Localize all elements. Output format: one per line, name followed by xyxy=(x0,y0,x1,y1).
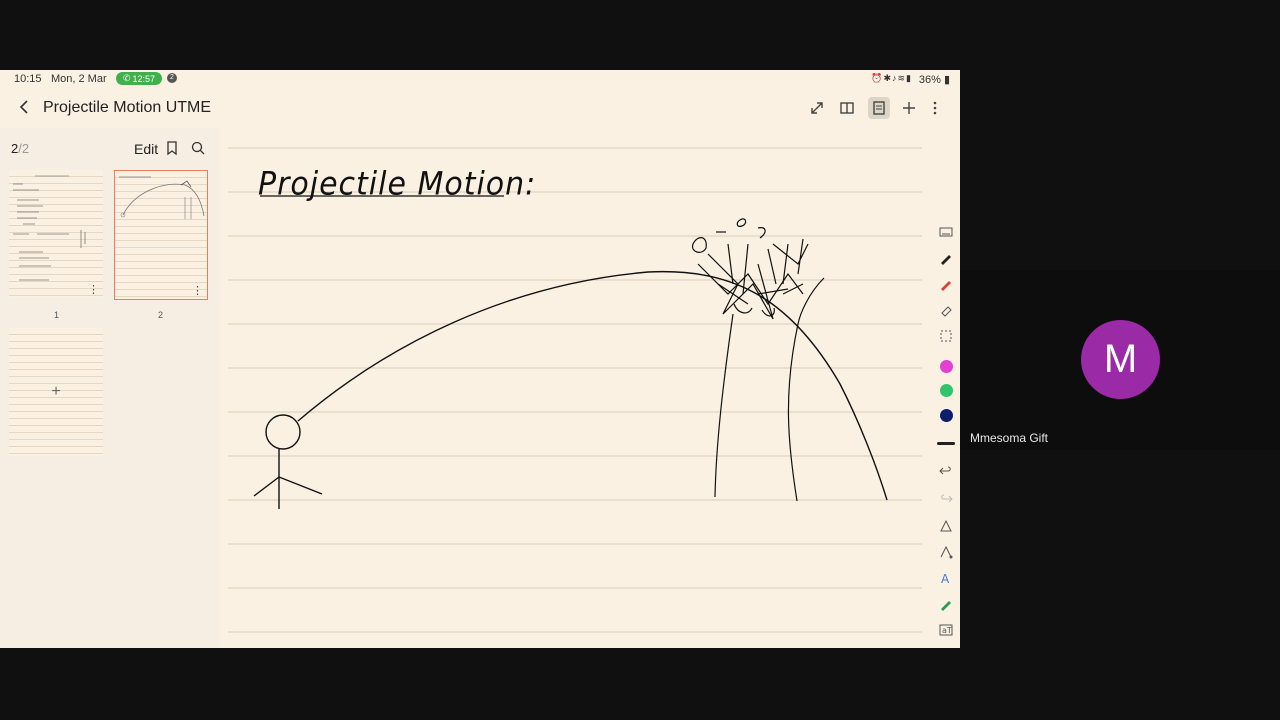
svg-text:A: A xyxy=(941,572,950,586)
more-options-button[interactable] xyxy=(924,97,946,119)
page-sidebar: 2/2 Edit ⋮ 1 ⋮ 2 + xyxy=(0,128,219,648)
search-button[interactable] xyxy=(190,139,206,157)
participant-avatar: M xyxy=(1081,320,1160,399)
ruled-lines xyxy=(228,147,922,633)
expand-icon xyxy=(811,102,823,114)
canvas-heading: Projectile Motion: xyxy=(258,166,536,203)
back-button[interactable] xyxy=(16,97,34,117)
thumb-more-icon[interactable]: ⋮ xyxy=(192,284,203,297)
svg-text:aT: aT xyxy=(942,626,952,635)
bookmark-button[interactable] xyxy=(164,139,180,157)
expand-button[interactable] xyxy=(806,97,828,119)
pen-toolbar: A aT xyxy=(932,128,960,648)
straighten-tool[interactable] xyxy=(938,544,954,560)
thumb-more-icon[interactable]: ⋮ xyxy=(88,283,99,296)
screen: 10:15 Mon, 2 Mar ✆ 12:57 2 ⏰✱♪≋▮ 36% ▮ P… xyxy=(0,0,1280,720)
call-indicator[interactable]: ✆ 12:57 xyxy=(116,72,162,85)
alarm-icon: ⏰ xyxy=(871,73,884,83)
page-view-button[interactable] xyxy=(868,97,890,119)
participant-name: Mmesoma Gift xyxy=(970,431,1049,445)
pen-tool[interactable] xyxy=(938,250,954,266)
page-counter: 2/2 xyxy=(11,141,29,156)
color-swatch-green[interactable] xyxy=(940,384,953,397)
keyboard-tool[interactable] xyxy=(938,224,954,240)
notification-badge: 2 xyxy=(167,73,177,83)
shared-tablet-screen: 10:15 Mon, 2 Mar ✆ 12:57 2 ⏰✱♪≋▮ 36% ▮ P… xyxy=(0,70,960,648)
add-icon xyxy=(903,102,915,114)
book-view-button[interactable] xyxy=(836,97,858,119)
status-date: Mon, 2 Mar xyxy=(51,73,107,85)
undo-icon xyxy=(939,466,951,475)
battery-level: 36% ▮ xyxy=(919,73,950,86)
call-timer: 12:57 xyxy=(132,73,156,84)
wifi-icon: ≋ xyxy=(897,73,907,83)
add-page-button[interactable]: + xyxy=(9,328,103,456)
bluetooth-icon: ✱ xyxy=(883,73,892,83)
text-recognition-tool[interactable]: A xyxy=(938,570,954,586)
battery-text: 36% xyxy=(918,74,941,86)
page-number-1: 1 xyxy=(54,310,60,320)
page-view-icon xyxy=(873,101,885,115)
select-tool[interactable] xyxy=(938,328,954,344)
note-title: Projectile Motion UTME xyxy=(43,99,212,116)
add-button[interactable] xyxy=(898,97,920,119)
straighten-icon xyxy=(940,545,953,559)
page-number-2: 2 xyxy=(158,310,164,320)
eraser-icon xyxy=(941,306,952,317)
status-bar: 10:15 Mon, 2 Mar ✆ 12:57 2 ⏰✱♪≋▮ 36% ▮ xyxy=(0,70,960,88)
keyboard-icon xyxy=(939,227,953,237)
lasso-select-icon xyxy=(940,330,952,342)
note-canvas[interactable]: Projectile Motion: xyxy=(228,144,922,648)
undo-button[interactable] xyxy=(938,462,954,478)
total-pages: /2 xyxy=(18,141,30,156)
page-thumbnail-2[interactable]: ⋮ xyxy=(114,170,208,300)
page-1-preview xyxy=(13,175,86,281)
color-swatch-pink[interactable] xyxy=(940,360,953,373)
eraser-tool[interactable] xyxy=(938,302,954,318)
battery-icon: ▮ xyxy=(943,74,950,86)
color-pen-tool[interactable] xyxy=(938,596,954,612)
shape-pen-tool[interactable] xyxy=(938,518,954,534)
participant-tile[interactable]: M Mmesoma Gift xyxy=(960,270,1280,450)
green-pen-icon xyxy=(941,601,951,611)
highlighter-tool[interactable] xyxy=(938,276,954,292)
color-swatch-navy[interactable] xyxy=(940,409,953,422)
insert-text-tool[interactable]: aT xyxy=(938,622,954,638)
redo-button[interactable] xyxy=(938,490,954,506)
edit-button[interactable]: Edit xyxy=(134,141,158,157)
canvas-drawing: Projectile Motion: xyxy=(228,147,922,633)
tree-drawing xyxy=(691,218,825,502)
text-box-icon: aT xyxy=(939,624,953,636)
signal-icon: ▮ xyxy=(906,73,912,83)
search-icon xyxy=(191,141,205,155)
shape-pen-icon xyxy=(940,519,952,532)
pen-icon xyxy=(941,255,951,265)
highlighter-icon xyxy=(941,281,951,291)
system-status-icons: ⏰✱♪≋▮ xyxy=(871,73,912,84)
page-2-preview xyxy=(119,176,205,219)
page-thumbnail-1[interactable]: ⋮ xyxy=(9,170,103,298)
book-view-icon xyxy=(840,102,854,114)
status-time: 10:15 xyxy=(14,73,42,85)
note-toolbar: Projectile Motion UTME xyxy=(0,88,960,128)
phone-icon: ✆ xyxy=(122,73,131,83)
stroke-width-selector[interactable] xyxy=(937,442,955,445)
text-recognition-icon: A xyxy=(941,572,950,586)
redo-icon xyxy=(941,494,953,503)
add-page-icon: + xyxy=(51,383,61,400)
more-vert-icon xyxy=(933,101,937,115)
bookmark-icon xyxy=(167,141,177,156)
projectile-trajectory xyxy=(297,270,888,501)
chevron-left-icon xyxy=(19,100,28,114)
stick-figure xyxy=(253,414,323,509)
